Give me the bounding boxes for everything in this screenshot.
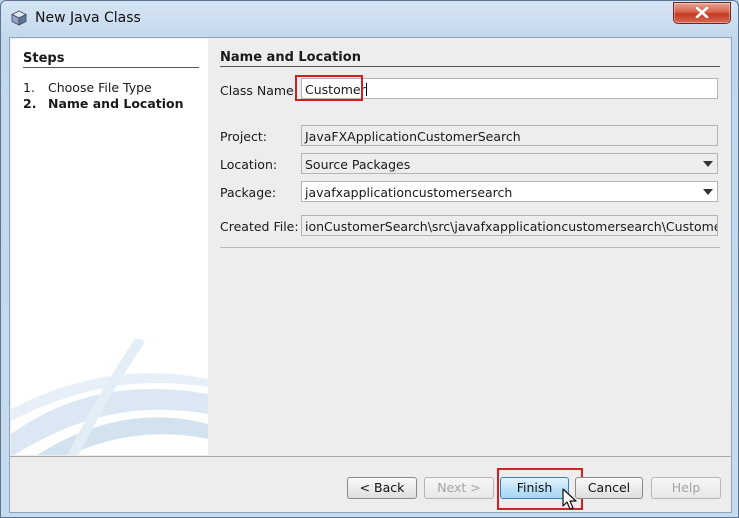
dialog-window: New Java Class Steps 1. Choose File Type … [0,0,739,518]
package-value: javafxapplicationcustomersearch [305,185,513,200]
class-name-label: Class Name: [220,83,298,98]
chevron-down-icon [703,161,713,167]
location-label: Location: [220,157,278,172]
next-button[interactable]: Next > [424,477,494,499]
window-title: New Java Class [35,10,141,26]
footer-divider [10,456,731,457]
back-button[interactable]: < Back [347,477,417,499]
project-value: JavaFXApplicationCustomerSearch [305,129,521,144]
close-x-icon [695,7,709,18]
steps-divider [23,67,199,68]
created-file-value: ionCustomerSearch\src\javafxapplicationc… [305,219,718,234]
dialog-content: Steps 1. Choose File Type 2. Name and Loca… [9,37,732,513]
steps-panel: Steps 1. Choose File Type 2. Name and Loca… [11,39,208,455]
project-field: JavaFXApplicationCustomerSearch [301,125,718,146]
package-combobox[interactable]: javafxapplicationcustomersearch [301,181,718,202]
section-divider [220,66,720,67]
step-item-name-and-location: 2. Name and Location [23,96,184,111]
step-number: 2. [23,96,37,111]
help-button[interactable]: Help [651,477,721,499]
step-number: 1. [23,80,35,95]
form-separator [220,247,720,248]
netbeans-swoosh-graphic [11,339,208,455]
project-label: Project: [220,129,267,144]
package-label: Package: [220,185,277,200]
location-value: Source Packages [305,157,411,172]
text-cursor [365,83,367,96]
java-cube-icon [11,10,27,26]
class-name-input[interactable]: Customer [301,78,718,99]
close-button[interactable] [673,2,731,24]
location-select[interactable]: Source Packages [301,153,718,174]
step-item-choose-file-type: 1. Choose File Type [23,80,152,95]
step-label: Name and Location [48,96,184,111]
steps-heading: Steps [23,51,65,66]
cancel-button[interactable]: Cancel [575,477,643,499]
step-label: Choose File Type [48,80,152,95]
section-heading: Name and Location [220,50,361,65]
created-file-label: Created File: [220,219,299,234]
hand-cursor-icon [562,488,577,510]
class-name-highlight [295,75,363,101]
created-file-field: ionCustomerSearch\src\javafxapplicationc… [301,215,718,236]
title-bar[interactable]: New Java Class [1,1,738,35]
chevron-down-icon [703,189,713,195]
